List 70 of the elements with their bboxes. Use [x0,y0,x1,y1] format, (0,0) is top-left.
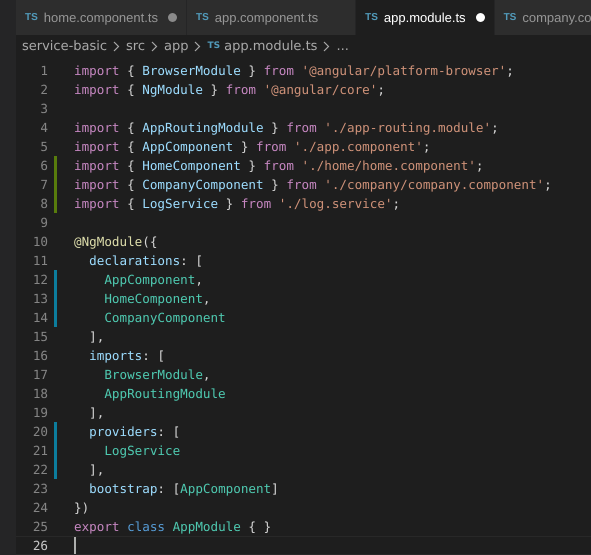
code-line: import { HomeComponent } from './home/home.component'; [74,158,484,173]
breadcrumb-item[interactable]: ... [336,38,349,54]
code-line: ], [88,462,104,477]
line-number: 15 [32,329,48,344]
unsaved-dot-icon [476,13,485,22]
line-number: 11 [32,253,48,268]
code-line: @NgModule({ [74,234,158,249]
code-line: CompanyComponent [103,310,226,325]
line-number: 4 [39,120,48,135]
line-number: 10 [32,234,48,249]
editor-tab[interactable]: TS app.module.ts [356,0,495,35]
code-line: ], [88,329,104,344]
code-line: ], [88,405,104,420]
line-number: 2 [39,82,48,97]
code-line: export class AppModule { } [74,519,272,534]
line-number: 24 [32,500,48,515]
line-number: 18 [32,386,48,401]
chevron-right-icon [151,40,158,52]
code-line: declarations: [ [88,253,203,268]
line-number: 1 [39,63,48,78]
line-number: 8 [39,196,48,211]
breadcrumb-item[interactable]: src [126,38,145,54]
line-number: 5 [39,139,48,154]
line-number: 13 [32,291,48,306]
code-line: }) [74,500,90,515]
line-number: 14 [32,310,48,325]
line-number: 7 [39,177,48,192]
code-line: AppRoutingModule [103,386,226,401]
line-number: 26 [32,538,48,553]
breadcrumb-item[interactable]: app [164,38,188,54]
line-number: 20 [32,424,48,439]
code-line: providers: [ [88,424,180,439]
chevron-right-icon [323,40,330,52]
code-line: import { AppComponent } from './app.component'; [74,139,430,154]
line-number: 25 [32,519,48,534]
line-number: 22 [32,462,48,477]
breadcrumb-item[interactable]: app.module.ts [224,38,318,54]
breadcrumb-item[interactable]: service-basic [22,38,108,54]
code-line: HomeComponent, [103,291,210,306]
line-number: 23 [32,481,48,496]
code-line: LogService [103,443,180,458]
code-line: import { NgModule } from '@angular/core'; [74,82,385,97]
line-number: 3 [39,101,48,116]
code-line: imports: [ [88,348,165,363]
line-number: 16 [32,348,48,363]
code-line: bootstrap: [AppComponent] [88,481,279,496]
chevron-right-icon [194,40,202,52]
line-number: 12 [32,272,48,287]
line-number: 9 [39,215,48,230]
typescript-icon: TS [207,41,220,51]
line-number: 6 [39,158,48,173]
code-line: BrowserModule, [103,367,210,382]
chevron-right-icon [113,40,120,52]
line-number: 21 [32,443,48,458]
typescript-icon: TS [196,12,209,23]
line-number: 19 [32,405,48,420]
text-cursor [74,537,76,554]
editor-tab[interactable]: TS app.component.ts [186,0,356,35]
typescript-icon: TS [25,12,38,23]
code-line: AppComponent, [103,272,203,287]
typescript-icon: TS [504,12,516,23]
code-line: import { BrowserModule } from '@angular/platform-browser'; [74,63,514,78]
unsaved-dot-icon [168,13,177,22]
code-line: import { LogService } from './log.service'; [74,196,400,211]
typescript-icon: TS [365,12,378,23]
editor-tab[interactable]: TS company.co [494,0,591,35]
code-line: import { CompanyComponent } from './company/company.component'; [74,177,552,192]
code-line: import { AppRoutingModule } from './app-routing.module'; [74,120,499,135]
editor-tab[interactable]: TS home.component.ts [16,0,187,35]
line-number: 17 [32,367,48,382]
